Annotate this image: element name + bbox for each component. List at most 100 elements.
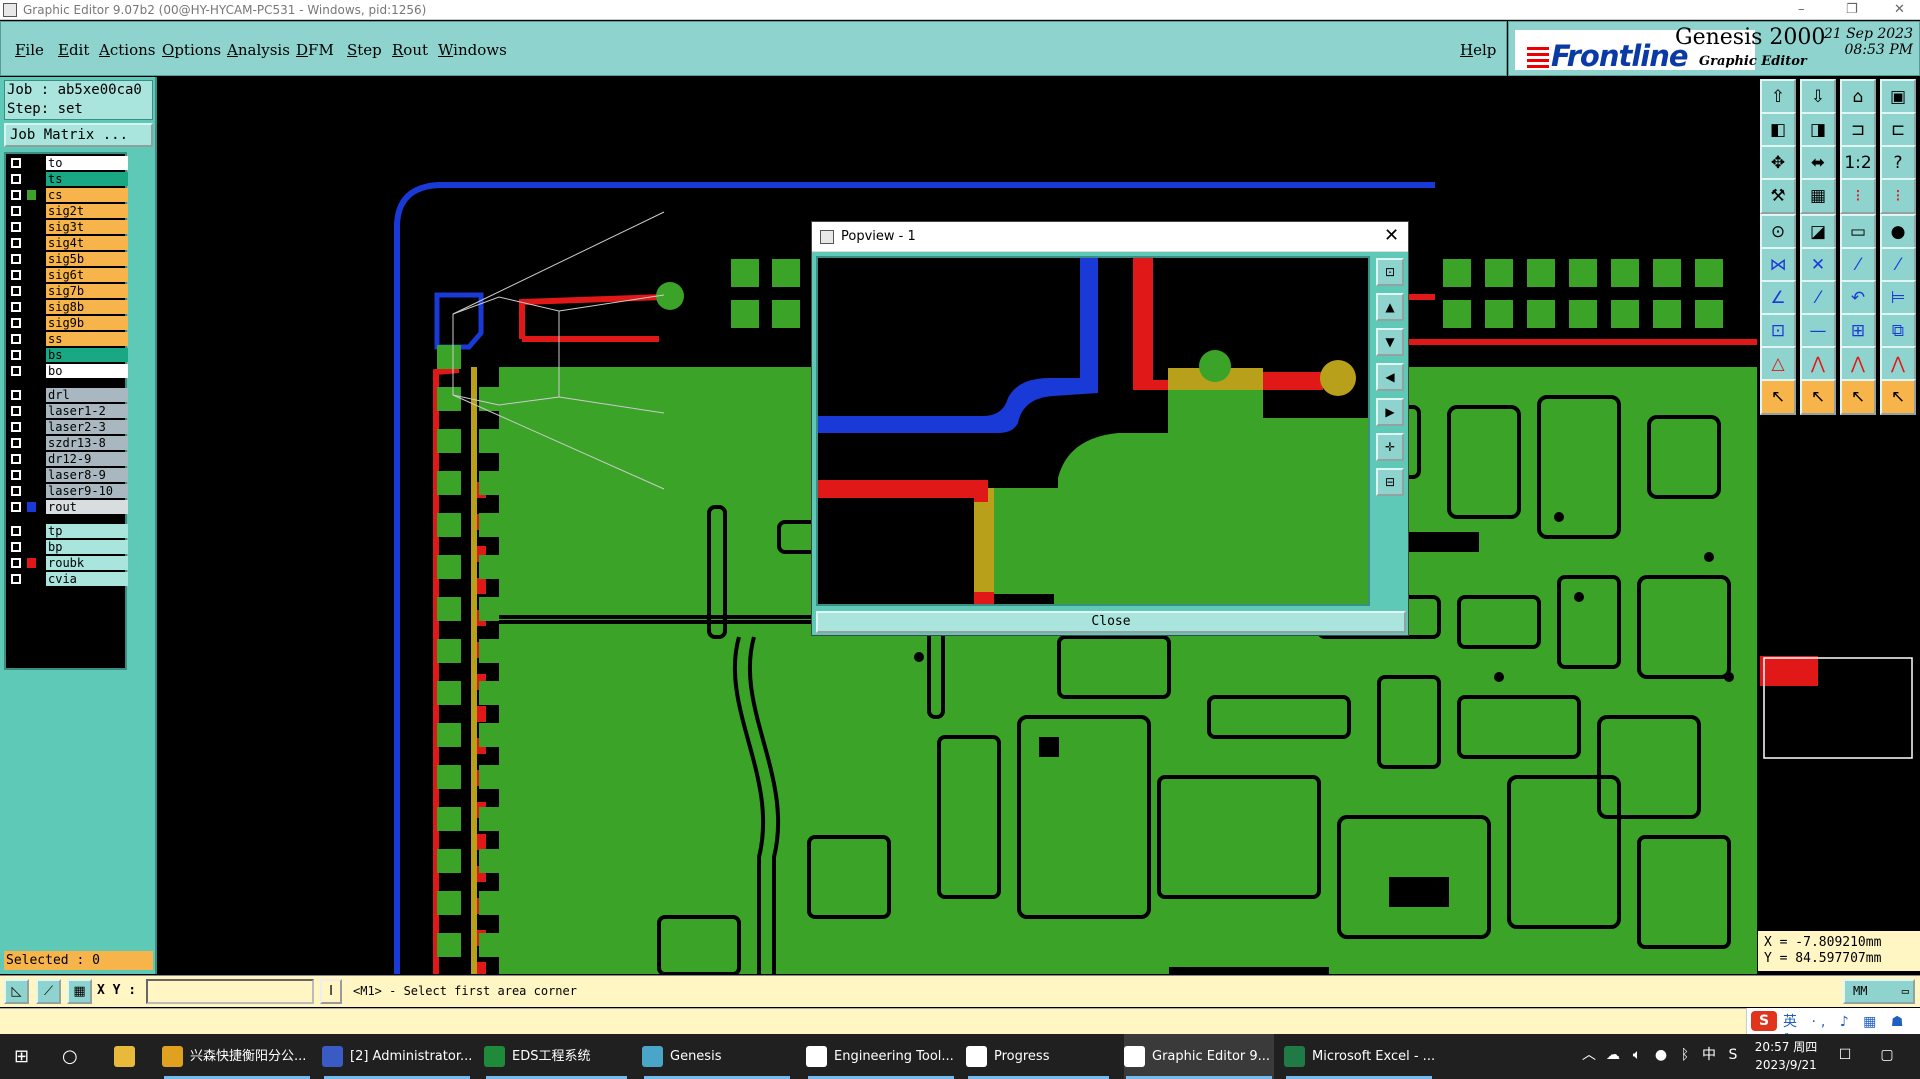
menu-actions[interactable]: Actions — [99, 41, 155, 59]
peak-icon[interactable]: ⋀ — [1800, 346, 1836, 382]
zoom-home-icon[interactable]: ⇧ — [1760, 79, 1796, 115]
menu-windows[interactable]: Windows — [438, 41, 507, 59]
layer-checkbox[interactable] — [11, 174, 21, 184]
layer-row[interactable]: rout — [8, 500, 129, 514]
file-explorer-button[interactable] — [114, 1034, 144, 1079]
measure-icon[interactable]: ⊞ — [1840, 313, 1876, 349]
layer-checkbox[interactable] — [11, 334, 21, 344]
layer-row[interactable]: bs — [8, 348, 129, 362]
minimap-view[interactable] — [1758, 652, 1920, 762]
layer-row[interactable]: ts — [8, 172, 129, 186]
layer-row[interactable]: to — [8, 156, 129, 170]
menu-file[interactable]: File — [15, 41, 44, 59]
menu-edit[interactable]: Edit — [58, 41, 89, 59]
arc-icon[interactable]: ↶ — [1840, 280, 1876, 316]
pan-right-icon[interactable]: ◨ — [1800, 112, 1836, 148]
layer-name[interactable]: sig6t — [46, 268, 128, 282]
layer-name[interactable]: bo — [46, 364, 128, 378]
layer-name[interactable]: laser9-10 — [46, 484, 128, 498]
menu-dfm[interactable]: DFM — [296, 41, 334, 59]
tray-app-icon[interactable]: ● — [1652, 1046, 1670, 1064]
box-icon[interactable]: ⊡ — [1760, 313, 1796, 349]
taskbar-app[interactable]: Genesis — [642, 1034, 792, 1079]
layer-checkbox[interactable] — [11, 502, 21, 512]
layer-checkbox[interactable] — [11, 318, 21, 328]
connect-icon[interactable]: ⋈ — [1760, 247, 1796, 283]
layer-name[interactable]: sig5b — [46, 252, 128, 266]
panel-scrollbar[interactable] — [131, 152, 153, 972]
pan-left-icon[interactable]: ◧ — [1760, 112, 1796, 148]
layer-name[interactable]: sig2t — [46, 204, 128, 218]
layer-name[interactable]: laser8-9 — [46, 468, 128, 482]
layer-row[interactable]: laser1-2 — [8, 404, 129, 418]
minimap[interactable] — [1758, 652, 1920, 762]
layer-row[interactable]: bo — [8, 364, 129, 378]
layer-checkbox[interactable] — [11, 454, 21, 464]
layer-checkbox[interactable] — [11, 158, 21, 168]
select4-icon[interactable]: ↖ — [1880, 379, 1916, 415]
layer-checkbox[interactable] — [11, 438, 21, 448]
tray-chevron-icon[interactable]: ︿ — [1580, 1046, 1598, 1064]
layer-name[interactable]: cvia — [46, 572, 128, 586]
cross-icon[interactable]: ✕ — [1800, 247, 1836, 283]
layer-checkbox[interactable] — [11, 558, 21, 568]
layer-name[interactable]: bp — [46, 540, 128, 554]
layer-row[interactable]: bp — [8, 540, 129, 554]
select3-icon[interactable]: ↖ — [1840, 379, 1876, 415]
layer-row[interactable]: laser9-10 — [8, 484, 129, 498]
units-button[interactable]: MM ▭ — [1843, 979, 1915, 1004]
scale-icon[interactable]: 1:2 — [1840, 145, 1876, 181]
bracket-right-icon[interactable]: ⊏ — [1880, 112, 1916, 148]
dash-icon[interactable]: — — [1800, 313, 1836, 349]
line-mode-icon[interactable]: ⟋ — [36, 979, 61, 1004]
help-icon[interactable]: ? — [1880, 145, 1916, 181]
layer-checkbox[interactable] — [11, 470, 21, 480]
layer-name[interactable]: sig9b — [46, 316, 128, 330]
zoom-save-icon[interactable]: ⇩ — [1800, 79, 1836, 115]
peak3-icon[interactable]: ⋀ — [1880, 346, 1916, 382]
layer-row[interactable]: sig9b — [8, 316, 129, 330]
layer-name[interactable]: roubk — [46, 556, 128, 570]
layer-name[interactable]: szdr13-8 — [46, 436, 128, 450]
layer-row[interactable]: drl — [8, 388, 129, 402]
layer-name[interactable]: rout — [46, 500, 128, 514]
notification-icon[interactable]: ☐ — [1836, 1046, 1854, 1064]
layer-row[interactable]: laser8-9 — [8, 468, 129, 482]
home-view-icon[interactable]: ⌂ — [1840, 79, 1876, 115]
layer-checkbox[interactable] — [11, 222, 21, 232]
tray-bluetooth-icon[interactable]: ᛒ — [1676, 1046, 1694, 1064]
layer-checkbox[interactable] — [11, 350, 21, 360]
tools-icon[interactable]: ⚒ — [1760, 178, 1796, 214]
job-matrix-button[interactable]: Job Matrix ... — [4, 123, 153, 147]
layer-checkbox[interactable] — [11, 422, 21, 432]
popview-pan-up-icon[interactable]: ▲ — [1376, 293, 1404, 321]
popview-pan-down-icon[interactable]: ▼ — [1376, 328, 1404, 356]
slash2-icon[interactable]: ⁄ — [1880, 247, 1916, 283]
layer-row[interactable]: dr12-9 — [8, 452, 129, 466]
minimize-button[interactable]: – — [1798, 2, 1805, 17]
layer-checkbox[interactable] — [11, 190, 21, 200]
layer-row[interactable]: sig2t — [8, 204, 129, 218]
popview-zoom-in-icon[interactable]: ✛ — [1376, 433, 1404, 461]
popview-drawing[interactable] — [818, 258, 1370, 606]
slash-icon[interactable]: ⁄ — [1840, 247, 1876, 283]
layer-row[interactable]: sig8b — [8, 300, 129, 314]
layer-row[interactable]: sig4t — [8, 236, 129, 250]
select-icon[interactable]: ↖ — [1760, 379, 1796, 415]
menu-rout[interactable]: Rout — [392, 41, 428, 59]
popview-canvas[interactable] — [816, 256, 1370, 606]
split-icon[interactable]: ⊨ — [1880, 280, 1916, 316]
taskbar-app[interactable]: 兴森快捷衡阳分公... — [162, 1034, 312, 1079]
layer-name[interactable]: sig7b — [46, 284, 128, 298]
layer-name[interactable]: ts — [46, 172, 128, 186]
layer-checkbox[interactable] — [11, 270, 21, 280]
layer-name[interactable]: dr12-9 — [46, 452, 128, 466]
layer-checkbox[interactable] — [11, 542, 21, 552]
taskbar-app[interactable]: Engineering Tool... — [806, 1034, 956, 1079]
layout-icon[interactable]: ▣ — [1880, 79, 1916, 115]
layer-row[interactable]: tp — [8, 524, 129, 538]
layer-row[interactable]: szdr13-8 — [8, 436, 129, 450]
popview-zoom-out-icon[interactable]: ⊟ — [1376, 468, 1404, 496]
grid-icon[interactable]: ▦ — [1800, 178, 1836, 214]
xy-input[interactable] — [146, 979, 314, 1004]
